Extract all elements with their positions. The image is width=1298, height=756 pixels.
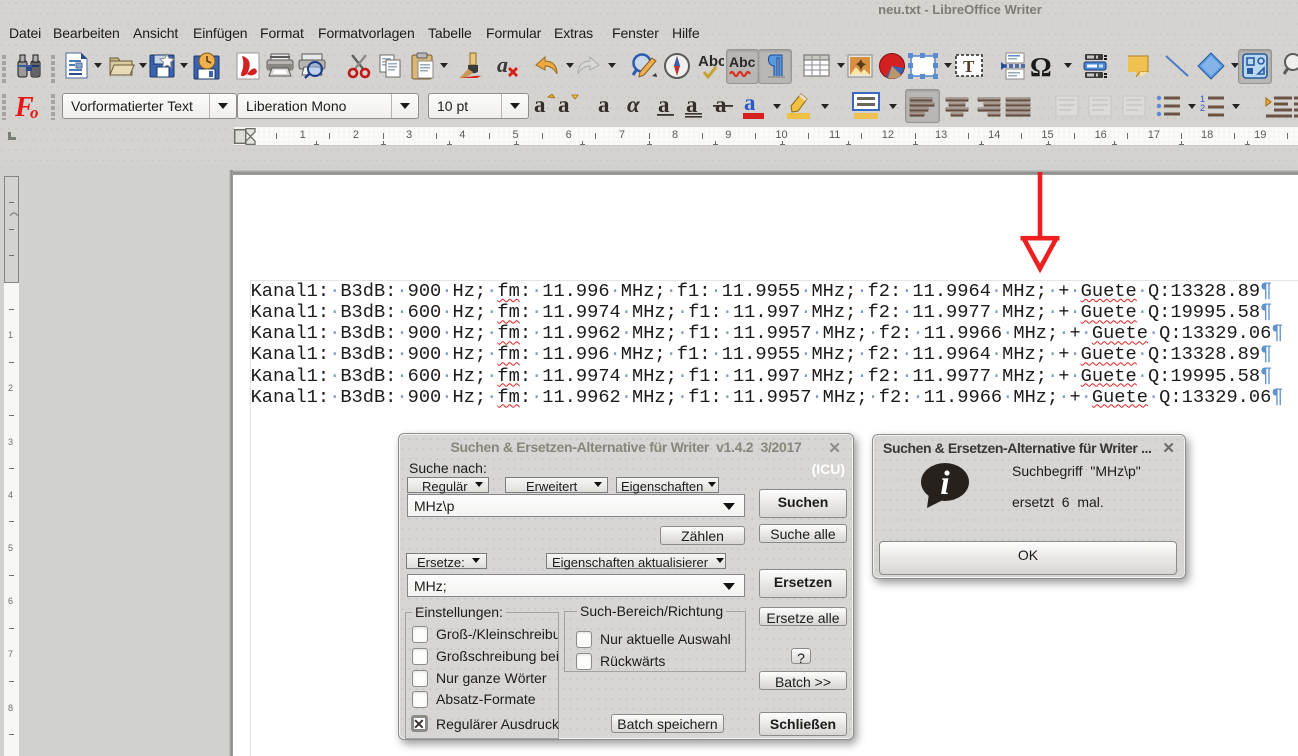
svg-text:α: α: [627, 94, 641, 117]
svg-text:i: i: [940, 465, 950, 502]
svg-text:a: a: [598, 94, 610, 117]
svg-text:T: T: [963, 57, 975, 76]
svg-text:Abc: Abc: [729, 54, 756, 70]
svg-text:2: 2: [1200, 103, 1205, 113]
svg-text:o: o: [30, 103, 39, 122]
svg-text:Abc: Abc: [698, 53, 724, 70]
svg-text:Ω: Ω: [1030, 52, 1052, 80]
svg-text:a: a: [497, 52, 508, 77]
svg-text:a: a: [658, 94, 670, 117]
svg-text:a: a: [744, 92, 756, 115]
svg-text:a: a: [558, 94, 570, 117]
svg-text:a: a: [534, 94, 546, 117]
